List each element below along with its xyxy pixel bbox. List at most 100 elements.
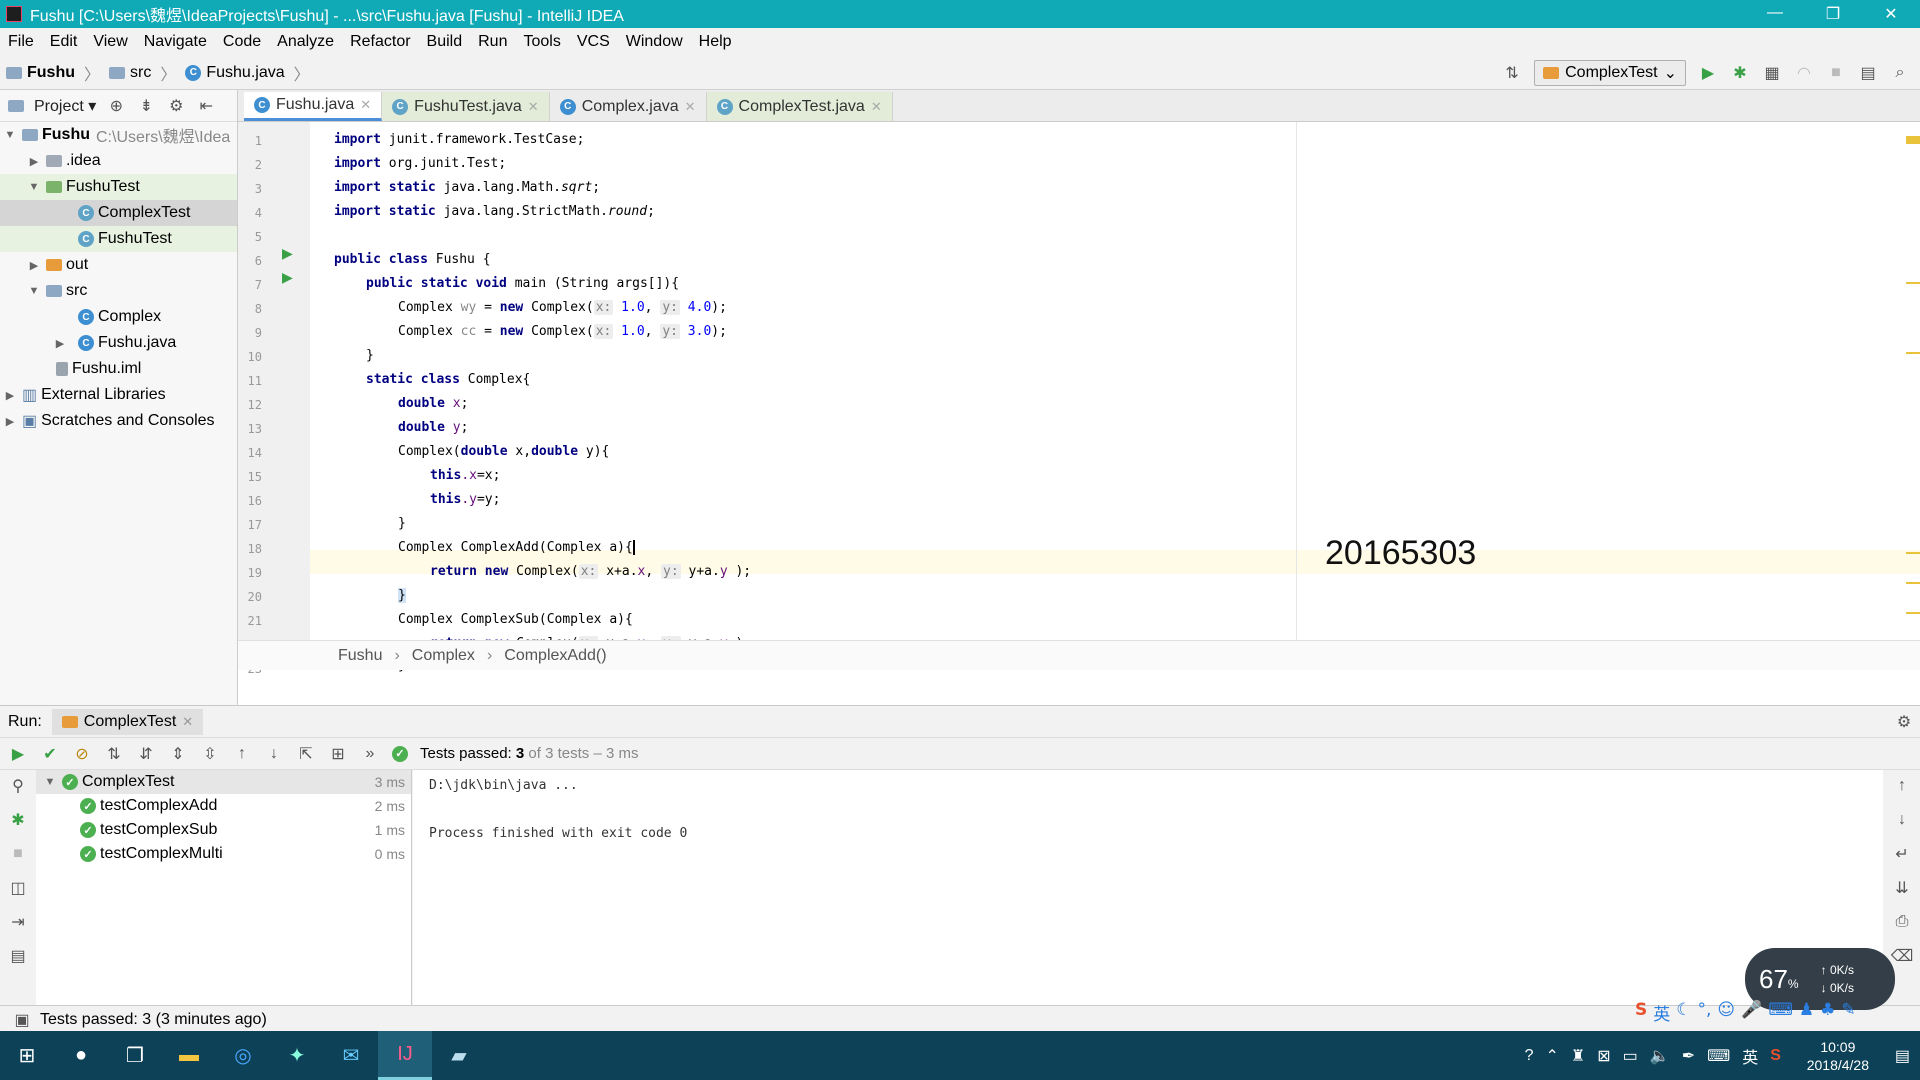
tree-item-scratches[interactable]: ▶ ▣ Scratches and Consoles [0, 408, 237, 434]
minimize-button[interactable]: — [1746, 4, 1804, 24]
clock[interactable]: 10:09 2018/4/28 [1793, 1038, 1883, 1074]
tool-windows-icon[interactable]: ▣ [12, 1010, 32, 1030]
volume-icon[interactable]: 🔈 [1650, 1046, 1670, 1066]
antivirus-icon[interactable]: ♜ [1571, 1046, 1585, 1066]
project-view-select[interactable]: Project ▾ [34, 96, 96, 116]
tab-complex-java[interactable]: C Complex.java ✕ [550, 92, 707, 121]
nav-folder[interactable]: src [130, 64, 151, 82]
chevron-down-icon[interactable]: ▼ [26, 181, 42, 193]
project-structure-icon[interactable]: ▤ [1858, 63, 1878, 83]
punctuation-icon[interactable]: °, [1698, 1000, 1712, 1025]
breadcrumb-item[interactable]: Complex [412, 647, 475, 665]
run-gutter-icon[interactable]: ▶ [282, 270, 293, 286]
code-editor[interactable]: 1234567891011121314151617181920212223 im… [238, 122, 1920, 676]
breadcrumb-item[interactable]: ComplexAdd() [504, 647, 606, 665]
arrow-down-icon[interactable]: ↓ [1892, 810, 1912, 830]
run-gutter-icon[interactable]: ▶ [282, 246, 293, 262]
profile-icon[interactable]: ◠ [1794, 63, 1814, 83]
tree-item-fushu-java[interactable]: ▶ C Fushu.java [0, 330, 237, 356]
gear-icon[interactable]: ⚙ [1897, 712, 1920, 732]
import-icon[interactable]: ⊞ [328, 744, 348, 764]
emoji-icon[interactable]: ☺ [1717, 1000, 1735, 1025]
debug-icon[interactable]: ✱ [8, 810, 28, 830]
notepad-icon[interactable]: ▰ [432, 1031, 486, 1080]
export-icon[interactable]: ⇱ [296, 744, 316, 764]
chevron-right-icon[interactable]: ▶ [2, 415, 18, 428]
tab-fushu-java[interactable]: C Fushu.java ✕ [244, 92, 383, 121]
skin-icon[interactable]: ♣ [1820, 1000, 1835, 1025]
menu-run[interactable]: Run [470, 33, 515, 51]
notifications-icon[interactable]: ▤ [1895, 1046, 1910, 1066]
print-icon[interactable]: ⎙ [1892, 912, 1912, 932]
chevron-down-icon[interactable]: ▼ [42, 776, 58, 788]
ime-language[interactable]: 英 [1653, 1000, 1670, 1025]
tree-item-complextest[interactable]: C ComplexTest [0, 200, 237, 226]
console-output[interactable]: D:\jdk\bin\java ... Process finished wit… [413, 770, 1883, 1013]
nav-file[interactable]: Fushu.java [206, 64, 284, 82]
layout-icon[interactable]: ▤ [8, 946, 28, 966]
search-icon[interactable]: ⌕ [1890, 63, 1910, 83]
camera-icon[interactable]: ◫ [8, 878, 28, 898]
chevron-right-icon[interactable]: ▶ [26, 155, 42, 168]
more-icon[interactable]: » [360, 744, 380, 764]
cortana-icon[interactable]: ● [54, 1031, 108, 1080]
windows-start-icon[interactable]: ⊞ [0, 1031, 54, 1080]
pin-icon[interactable]: ⚲ [8, 776, 28, 796]
sogou-logo-icon[interactable]: S [1635, 1000, 1647, 1025]
tree-item-fushu[interactable]: ▼ Fushu C:\Users\魏煜\Idea [0, 122, 237, 148]
keyboard-icon[interactable]: ⌨ [1768, 1000, 1793, 1025]
menu-window[interactable]: Window [618, 33, 691, 51]
nav-project[interactable]: Fushu [27, 64, 75, 82]
hide-panel-icon[interactable]: ⇤ [196, 96, 216, 116]
tree-item-complex[interactable]: C Complex [0, 304, 237, 330]
tab-complextest-java[interactable]: C ComplexTest.java ✕ [706, 92, 893, 121]
collapse-all-icon[interactable]: ⇳ [200, 744, 220, 764]
tree-item-fushutest[interactable]: C FushuTest [0, 226, 237, 252]
close-icon[interactable]: ✕ [360, 97, 371, 113]
menu-view[interactable]: View [85, 33, 135, 51]
test-case-row[interactable]: ✓ testComplexAdd 2 ms [36, 794, 411, 818]
tree-item-src[interactable]: ▼ src [0, 278, 237, 304]
menu-build[interactable]: Build [419, 33, 471, 51]
sort-duration-icon[interactable]: ⇵ [136, 744, 156, 764]
menu-vcs[interactable]: VCS [569, 33, 618, 51]
close-icon[interactable]: ✕ [528, 99, 539, 115]
tree-item-idea[interactable]: ▶ .idea [0, 148, 237, 174]
tree-item-external-libraries[interactable]: ▶ ▥ External Libraries [0, 382, 237, 408]
help-icon[interactable]: ? [1525, 1047, 1534, 1065]
gear-icon[interactable]: ⚙ [166, 96, 186, 116]
exit-icon[interactable]: ⇥ [8, 912, 28, 932]
run-tab-complextest[interactable]: ComplexTest ✕ [51, 708, 204, 735]
run-config-select[interactable]: ComplexTest ⌄ [1534, 59, 1686, 86]
test-case-row[interactable]: ✓ testComplexSub 1 ms [36, 818, 411, 842]
next-failed-icon[interactable]: ↓ [264, 744, 284, 764]
arrow-up-icon[interactable]: ↑ [1892, 776, 1912, 796]
coverage-icon[interactable]: ▦ [1762, 63, 1782, 83]
stop-icon[interactable]: ■ [8, 844, 28, 864]
menu-tools[interactable]: Tools [515, 33, 568, 51]
show-passed-icon[interactable]: ✔ [40, 744, 60, 764]
tab-fushutest-java[interactable]: C FushuTest.java ✕ [382, 92, 550, 121]
run-icon[interactable]: ▶ [1698, 63, 1718, 83]
battery-icon[interactable]: ▭ [1623, 1046, 1638, 1066]
microphone-icon[interactable]: 🎤 [1741, 1000, 1762, 1025]
chevron-up-icon[interactable]: ⌃ [1545, 1046, 1558, 1066]
menu-refactor[interactable]: Refactor [342, 33, 418, 51]
expand-all-icon[interactable]: ⇕ [168, 744, 188, 764]
close-button[interactable]: ✕ [1862, 4, 1920, 24]
chevron-right-icon[interactable]: ▶ [26, 259, 42, 272]
input-language[interactable]: 英 [1742, 1044, 1758, 1068]
previous-failed-icon[interactable]: ↑ [232, 744, 252, 764]
browser-icon[interactable]: ◎ [216, 1031, 270, 1080]
chevron-down-icon[interactable]: ▼ [26, 285, 42, 297]
stop-icon[interactable]: ■ [1826, 63, 1846, 83]
chevron-down-icon[interactable]: ▼ [2, 129, 18, 141]
scroll-to-end-icon[interactable]: ⇊ [1892, 878, 1912, 898]
test-case-row[interactable]: ✓ testComplexMulti 0 ms [36, 842, 411, 866]
sogou-tray-icon[interactable]: S [1770, 1047, 1781, 1065]
close-icon[interactable]: ✕ [182, 714, 193, 730]
intellij-taskbar-icon[interactable]: IJ [378, 1031, 432, 1080]
close-icon[interactable]: ✕ [685, 99, 696, 115]
user-icon[interactable]: ♟ [1799, 1000, 1814, 1025]
close-icon[interactable]: ✕ [871, 99, 882, 115]
